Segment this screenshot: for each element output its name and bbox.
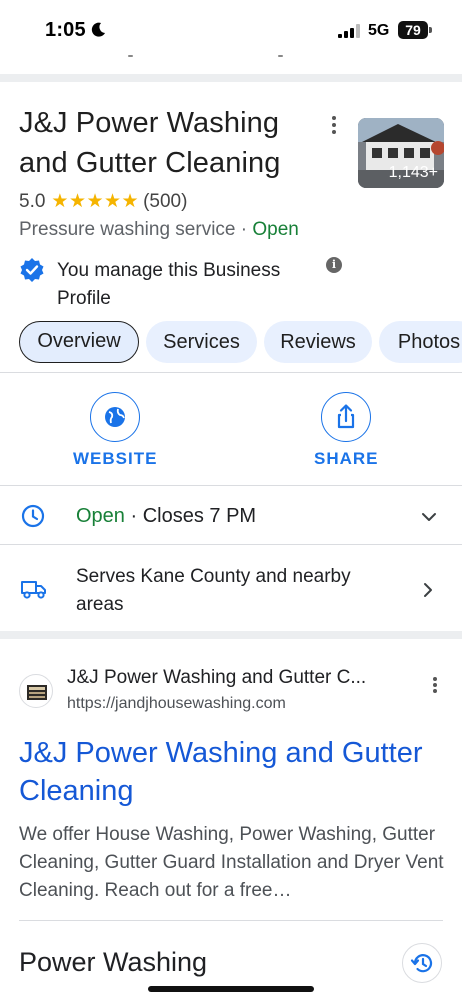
- rating-row[interactable]: 5.0 ★★★★★ (500): [19, 190, 187, 213]
- open-status: Open: [252, 219, 299, 240]
- history-icon: [410, 954, 433, 973]
- share-label[interactable]: SHARE: [314, 449, 379, 469]
- tab-services[interactable]: Services: [146, 321, 257, 363]
- section-divider: [0, 74, 462, 82]
- site-favicon[interactable]: [19, 674, 53, 708]
- section-heading: Power Washing: [19, 947, 208, 977]
- do-not-disturb-moon-icon: [91, 22, 105, 37]
- cellular-signal-icon: [338, 24, 360, 38]
- service-area-row[interactable]: Serves Kane County and nearby areas: [76, 563, 396, 619]
- site-url[interactable]: https://jandjhousewashing.com: [67, 695, 286, 713]
- info-icon[interactable]: i: [326, 257, 342, 273]
- chevron-down-icon[interactable]: [420, 508, 438, 526]
- tab-reviews[interactable]: Reviews: [264, 321, 372, 363]
- result-snippet: We offer House Washing, Power Washing, G…: [19, 824, 444, 901]
- website-button[interactable]: [90, 392, 140, 442]
- separator-dot: ·: [124, 505, 143, 527]
- closing-time: Closes 7 PM: [142, 505, 257, 527]
- battery-icon: 79: [398, 21, 428, 39]
- verified-badge-icon: [20, 258, 44, 282]
- divider: [0, 544, 462, 545]
- star-rating-icon: ★★★★★: [51, 191, 140, 212]
- photo-count: 1,143+: [388, 164, 438, 181]
- tab-overview[interactable]: Overview: [19, 321, 139, 363]
- network-type: 5G: [368, 22, 390, 39]
- status-bar: 1:05 5G 79: [0, 0, 462, 60]
- divider: [0, 372, 462, 373]
- website-label[interactable]: WEBSITE: [73, 449, 157, 469]
- tab-photos[interactable]: Photos: [379, 321, 462, 363]
- history-button[interactable]: [402, 943, 442, 983]
- share-button[interactable]: [321, 392, 371, 442]
- manage-profile-text: You manage this Business Profile: [57, 260, 281, 309]
- status-time: 1:05: [45, 19, 86, 41]
- section-divider: [0, 631, 462, 639]
- business-title: J&J Power Washing and Gutter Cleaning: [19, 107, 281, 179]
- share-icon: [337, 403, 354, 428]
- divider: [0, 485, 462, 486]
- company-logo-icon: [27, 685, 47, 700]
- result-title-link[interactable]: J&J Power Washing and Gutter Cleaning: [19, 734, 449, 810]
- delivery-truck-icon: [21, 581, 46, 599]
- more-options-icon[interactable]: [331, 116, 337, 136]
- review-count: (500): [143, 190, 188, 212]
- globe-icon: [104, 406, 125, 427]
- hours-open-status: Open: [76, 505, 125, 527]
- category-row: Pressure washing service · Open: [19, 219, 299, 241]
- separator-dot: ·: [235, 219, 253, 240]
- hours-row[interactable]: Open · Closes 7 PM: [76, 505, 256, 528]
- home-indicator[interactable]: [148, 986, 314, 992]
- scroll-fragment: [278, 55, 283, 57]
- clock-icon: [21, 504, 45, 528]
- rating-value: 5.0: [19, 190, 46, 212]
- divider: [19, 920, 443, 921]
- chevron-right-icon[interactable]: [421, 581, 435, 599]
- business-category: Pressure washing service: [19, 219, 236, 240]
- scroll-fragment: [128, 55, 133, 57]
- site-name[interactable]: J&J Power Washing and Gutter C...: [67, 667, 366, 689]
- business-photo-thumbnail[interactable]: 1,143+: [358, 118, 444, 188]
- result-more-options-icon[interactable]: [432, 677, 438, 697]
- battery-tip: [429, 27, 432, 33]
